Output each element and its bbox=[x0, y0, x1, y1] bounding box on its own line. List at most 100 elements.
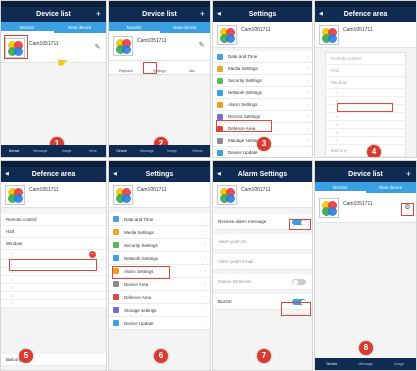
motion-detection-toggle[interactable] bbox=[292, 279, 306, 285]
add-device-icon[interactable]: + bbox=[96, 7, 101, 22]
settings-media[interactable]: Media Settings › bbox=[213, 63, 312, 75]
device-card[interactable]: Cam1051711 ✎ bbox=[109, 33, 210, 61]
settings-device-update[interactable]: Device Update › bbox=[109, 317, 210, 330]
alarm-push-email-row[interactable]: Alarm push Email bbox=[213, 254, 312, 270]
device-name: Cam1051711 bbox=[137, 38, 167, 44]
remote-control-row[interactable]: Remote control bbox=[326, 53, 405, 65]
bottom-nav: Device Message Image Others bbox=[109, 145, 210, 157]
settings-media[interactable]: Media Settings › bbox=[109, 226, 210, 239]
edit-icon[interactable]: ✎ bbox=[93, 43, 102, 52]
receive-alarm-label: Receive alarm message bbox=[218, 219, 267, 224]
alarm-button[interactable]: Ala... bbox=[176, 61, 210, 74]
device-avatar[interactable] bbox=[319, 198, 339, 218]
highlight-box bbox=[9, 259, 97, 271]
hall-row[interactable]: Hall bbox=[326, 65, 405, 77]
remove-icon[interactable]: − bbox=[89, 251, 96, 258]
slot-row[interactable]: 6 bbox=[1, 292, 106, 300]
edit-icon[interactable]: ✎ bbox=[197, 41, 206, 50]
highlight-box bbox=[401, 203, 414, 216]
nav-others[interactable]: Others bbox=[185, 145, 210, 157]
add-device-icon[interactable]: + bbox=[200, 7, 205, 22]
title-bar: ◀ Defence area bbox=[1, 167, 106, 182]
slot-row[interactable]: 5 bbox=[326, 121, 405, 129]
settings-date-time[interactable]: Date and Time › bbox=[109, 213, 210, 226]
tab-new-device[interactable]: New device bbox=[54, 22, 107, 33]
nav-more[interactable]: More bbox=[80, 145, 106, 157]
settings-label: Device Update bbox=[124, 321, 154, 326]
nav-message[interactable]: Message bbox=[27, 145, 53, 157]
back-icon[interactable]: ◀ bbox=[5, 167, 9, 182]
tab-monitor[interactable]: Monitor bbox=[315, 182, 366, 193]
nav-image[interactable]: Image bbox=[382, 358, 416, 370]
slot-row[interactable]: 5 bbox=[1, 284, 106, 292]
slot-row[interactable]: 4 bbox=[326, 113, 405, 121]
chevron-right-icon: › bbox=[204, 242, 206, 248]
device-header: Cam1051711 bbox=[213, 182, 312, 208]
update-icon bbox=[217, 150, 223, 156]
slot-row[interactable]: 1 bbox=[326, 89, 405, 97]
nav-message[interactable]: Message bbox=[349, 358, 383, 370]
back-icon[interactable]: ◀ bbox=[319, 7, 323, 22]
nav-message[interactable]: Message bbox=[134, 145, 159, 157]
cursor-hand-icon: ☛ bbox=[57, 55, 69, 70]
playback-button[interactable]: Playback bbox=[109, 61, 143, 74]
step-number-4: 4 bbox=[367, 145, 381, 157]
settings-date-time[interactable]: Date and Time › bbox=[213, 51, 312, 63]
tab-new-device[interactable]: New device bbox=[366, 182, 417, 193]
media-icon bbox=[113, 229, 119, 235]
device-header: Cam1051711 bbox=[109, 182, 210, 208]
settings-network[interactable]: Network Settings › bbox=[213, 87, 312, 99]
window-row[interactable]: Window bbox=[326, 77, 405, 89]
device-toolbar: Playback Settings Ala... bbox=[109, 61, 210, 75]
slot-row[interactable]: 7 bbox=[1, 300, 106, 308]
nav-device[interactable]: Device bbox=[1, 145, 27, 157]
chevron-right-icon: › bbox=[204, 281, 206, 287]
back-icon[interactable]: ◀ bbox=[217, 7, 221, 22]
nav-image[interactable]: Image bbox=[54, 145, 80, 157]
slot-row[interactable]: 7 bbox=[326, 137, 405, 145]
nav-device[interactable]: Device bbox=[109, 145, 134, 157]
alarm-push-id-row[interactable]: Alarm push ID bbox=[213, 234, 312, 250]
device-avatar[interactable] bbox=[113, 36, 133, 56]
settings-device-area[interactable]: Device Area › bbox=[109, 278, 210, 291]
bottom-nav: Device Message Image More bbox=[1, 145, 106, 157]
update-icon bbox=[113, 320, 119, 326]
chevron-right-icon: › bbox=[306, 78, 308, 84]
device-name: Cam1051711 bbox=[343, 201, 373, 207]
motion-detection-row[interactable]: Motion Detection bbox=[213, 274, 312, 290]
settings-label: Media Settings bbox=[228, 66, 258, 71]
settings-alarm[interactable]: Alarm Settings › bbox=[213, 99, 312, 111]
tab-monitor[interactable]: Monitor bbox=[1, 22, 54, 33]
chevron-right-icon: › bbox=[204, 307, 206, 313]
chevron-right-icon: › bbox=[204, 216, 206, 222]
tab-new-device[interactable]: New device bbox=[160, 22, 211, 33]
settings-security[interactable]: Security Settings › bbox=[109, 239, 210, 252]
page-title: Settings bbox=[145, 171, 174, 178]
back-icon[interactable]: ◀ bbox=[113, 167, 117, 182]
balcony-row[interactable]: Balcony bbox=[326, 145, 405, 157]
slot-row[interactable]: 6 bbox=[326, 129, 405, 137]
shield-icon bbox=[217, 78, 223, 84]
highlight-box bbox=[4, 35, 28, 59]
settings-network[interactable]: Network Settings › bbox=[109, 252, 210, 265]
back-icon[interactable]: ◀ bbox=[217, 167, 221, 182]
add-device-icon[interactable]: + bbox=[406, 167, 411, 182]
balcony-row[interactable]: Balcony bbox=[1, 354, 106, 366]
highlight-box bbox=[337, 103, 393, 112]
settings-storage[interactable]: Storage settings › bbox=[109, 304, 210, 317]
device-avatar bbox=[319, 25, 339, 45]
nav-image[interactable]: Image bbox=[160, 145, 185, 157]
device-avatar bbox=[217, 25, 237, 45]
device-header: Cam1051711 bbox=[213, 22, 312, 48]
highlight-box bbox=[216, 120, 272, 132]
window-row[interactable]: Window bbox=[1, 238, 106, 250]
hall-row[interactable]: Hall bbox=[1, 226, 106, 238]
device-name: Cam1051711 bbox=[137, 187, 167, 193]
step-number-5: 5 bbox=[19, 349, 33, 363]
slot-row[interactable]: 4 bbox=[1, 276, 106, 284]
settings-security[interactable]: Security Settings › bbox=[213, 75, 312, 87]
settings-defence-area[interactable]: Defence Area › bbox=[109, 291, 210, 304]
nav-device[interactable]: Device bbox=[315, 358, 349, 370]
tab-monitor[interactable]: Monitor bbox=[109, 22, 160, 33]
remote-control-row[interactable]: Remote control bbox=[1, 214, 106, 226]
